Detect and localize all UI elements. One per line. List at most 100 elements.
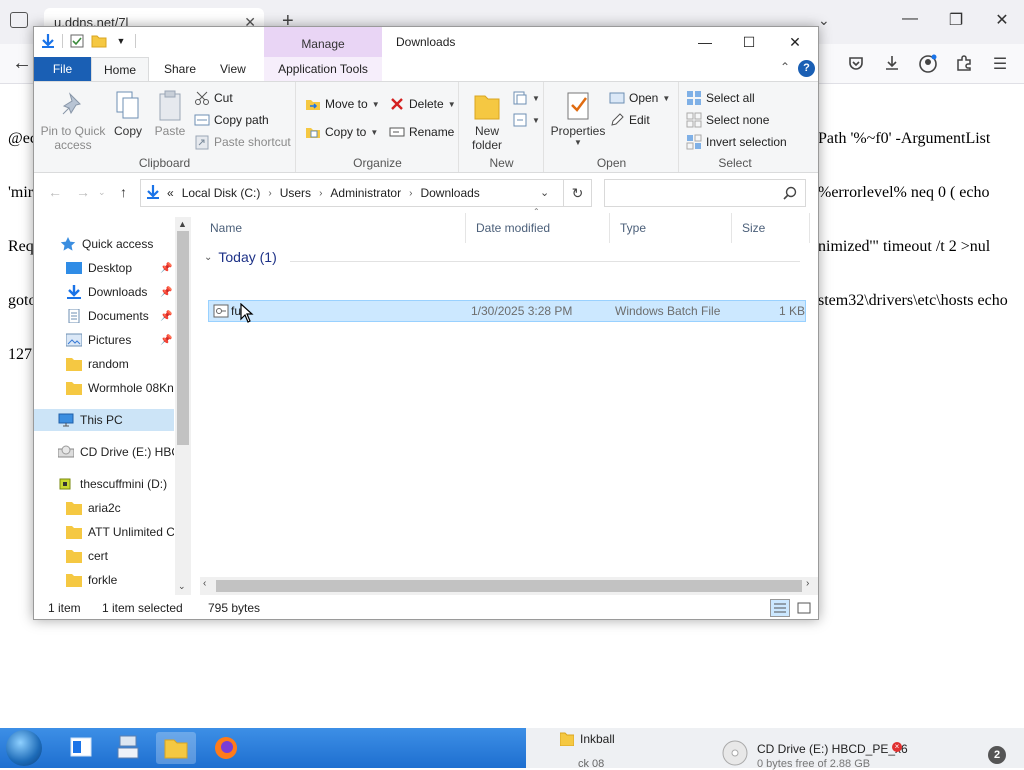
nav-forkle[interactable]: forkle	[34, 569, 174, 591]
new-item-button[interactable]: ▼	[512, 88, 540, 108]
nav-pane-scrollbar[interactable]: ▲ ⌄	[175, 217, 191, 595]
edit-button[interactable]: Edit	[609, 110, 650, 130]
customize-toolbar-icon[interactable]: ▼	[113, 33, 129, 49]
select-none-button[interactable]: Select none	[686, 110, 769, 130]
delete-button[interactable]: Delete ▼	[389, 94, 456, 114]
collapse-chevron-icon[interactable]: ⌄	[204, 252, 212, 263]
tab-list-icon[interactable]	[10, 12, 28, 28]
new-folder-button[interactable]: New folder	[464, 90, 510, 152]
nav-random[interactable]: random	[34, 353, 174, 375]
scrollbar-thumb[interactable]	[177, 231, 189, 445]
minimize-button[interactable]: —	[682, 27, 728, 57]
search-input[interactable]	[604, 179, 806, 207]
nav-cd-drive[interactable]: CD Drive (E:) HBC	[34, 441, 174, 463]
refresh-button[interactable]: ↻	[564, 179, 592, 207]
scroll-right-arrow-icon[interactable]: ›	[806, 578, 809, 589]
file-row[interactable]: fu 1/30/2025 3:28 PM Windows Batch File …	[208, 300, 806, 322]
menu-icon[interactable]: ☰	[990, 54, 1010, 74]
breadcrumb-overflow[interactable]: «	[167, 186, 174, 200]
nav-pictures[interactable]: Pictures 📌	[34, 329, 174, 351]
group-today[interactable]: ⌄ Today (1)	[204, 249, 277, 265]
breadcrumb-local-disk[interactable]: Local Disk (C:)	[182, 186, 261, 200]
breadcrumb-separator-icon[interactable]: ›	[409, 188, 412, 199]
breadcrumb-downloads[interactable]: Downloads	[420, 186, 479, 200]
nav-drive-d[interactable]: thescuffmini (D:)	[34, 473, 174, 495]
help-icon[interactable]: ?	[798, 60, 815, 77]
notification-count-badge[interactable]: 2	[988, 746, 1006, 764]
column-name[interactable]: Name	[200, 213, 466, 243]
column-size[interactable]: Size	[732, 213, 810, 243]
collapse-ribbon-icon[interactable]: ⌃	[780, 60, 790, 74]
pin-icon[interactable]: 📌	[160, 287, 172, 298]
nav-desktop[interactable]: Desktop 📌	[34, 257, 174, 279]
download-icon[interactable]	[882, 54, 902, 74]
breadcrumb-administrator[interactable]: Administrator	[330, 186, 401, 200]
column-date-modified[interactable]: Date modified	[466, 213, 610, 243]
extensions-icon[interactable]	[954, 54, 974, 74]
file-explorer-taskbar-icon[interactable]	[156, 732, 196, 764]
invert-selection-button[interactable]: Invert selection	[686, 132, 787, 152]
tab-application-tools[interactable]: Application Tools	[264, 57, 382, 81]
cut-button[interactable]: Cut	[194, 88, 233, 108]
nav-aria2c[interactable]: aria2c	[34, 497, 174, 519]
column-type[interactable]: Type	[610, 213, 732, 243]
control-panel-icon[interactable]	[108, 732, 148, 764]
tab-home[interactable]: Home	[91, 57, 149, 81]
new-folder-icon[interactable]	[91, 33, 107, 49]
nav-downloads[interactable]: Downloads 📌	[34, 281, 174, 303]
address-dropdown-icon[interactable]: ⌄	[540, 186, 549, 199]
paste-button[interactable]: Paste	[152, 90, 188, 138]
nav-cert[interactable]: cert	[34, 545, 174, 567]
copy-path-button[interactable]: Copy path	[194, 110, 269, 130]
tab-share[interactable]: Share	[154, 57, 206, 81]
tab-view[interactable]: View	[210, 57, 256, 81]
properties-button[interactable]: Properties ▼	[547, 90, 609, 147]
up-button[interactable]: ↑	[120, 184, 127, 200]
pin-icon[interactable]: 📌	[160, 263, 172, 274]
scroll-down-arrow-icon[interactable]: ⌄	[178, 581, 186, 592]
scroll-left-arrow-icon[interactable]: ‹	[203, 578, 206, 589]
browser-minimize-button[interactable]: —	[898, 10, 922, 28]
select-all-button[interactable]: Select all	[686, 88, 755, 108]
copy-to-button[interactable]: Copy to ▼	[305, 122, 378, 142]
firefox-icon[interactable]	[206, 732, 246, 764]
back-button[interactable]: ←	[48, 184, 62, 200]
start-button[interactable]	[6, 730, 42, 766]
scroll-up-arrow-icon[interactable]: ▲	[178, 219, 187, 229]
scrollbar-thumb[interactable]	[216, 580, 802, 592]
large-icons-view-button[interactable]	[794, 599, 814, 617]
browser-close-button[interactable]: ✕	[990, 10, 1014, 30]
paste-shortcut-button[interactable]: Paste shortcut	[194, 132, 291, 152]
nav-att-unlimited[interactable]: ATT Unlimited C	[34, 521, 174, 543]
nav-quick-access[interactable]: Quick access	[34, 233, 174, 255]
breadcrumb-users[interactable]: Users	[280, 186, 311, 200]
down-arrow-icon[interactable]	[40, 33, 56, 49]
maximize-button[interactable]: ☐	[726, 27, 772, 57]
pin-to-quick-access-button[interactable]: Pin to Quick access	[38, 90, 108, 152]
pocket-icon[interactable]	[846, 54, 866, 74]
chevron-down-icon[interactable]: ⌄	[818, 12, 830, 29]
forward-button[interactable]: →	[76, 184, 90, 200]
tab-manage[interactable]: Manage	[264, 27, 382, 57]
rename-button[interactable]: Rename	[389, 122, 454, 142]
browser-restore-button[interactable]: ❐	[944, 10, 968, 30]
details-view-button[interactable]	[770, 599, 790, 617]
horizontal-scrollbar[interactable]: ‹ ›	[200, 577, 818, 595]
nav-documents[interactable]: Documents 📌	[34, 305, 174, 327]
account-icon[interactable]	[918, 54, 938, 74]
breadcrumb-separator-icon[interactable]: ›	[319, 188, 322, 199]
copy-button[interactable]: Copy	[110, 90, 146, 138]
address-bar[interactable]: « Local Disk (C:) › Users › Administrato…	[140, 179, 564, 207]
open-button[interactable]: Open ▼	[609, 88, 670, 108]
tab-file[interactable]: File	[34, 57, 91, 81]
close-button[interactable]: ✕	[772, 27, 818, 57]
pin-icon[interactable]: 📌	[160, 335, 172, 346]
properties-check-icon[interactable]	[69, 33, 85, 49]
inkball-taskbar-item[interactable]: Inkball	[560, 732, 615, 746]
recent-locations-button[interactable]: ⌄	[98, 187, 106, 198]
breadcrumb-separator-icon[interactable]: ›	[268, 188, 271, 199]
pin-icon[interactable]: 📌	[160, 311, 172, 322]
explorer-pinned-icon[interactable]	[60, 732, 100, 764]
nav-wormhole[interactable]: Wormhole 08Kn	[34, 377, 174, 399]
cd-drive-notification-title[interactable]: CD Drive (E:) HBCD_PE_x6	[757, 742, 908, 756]
